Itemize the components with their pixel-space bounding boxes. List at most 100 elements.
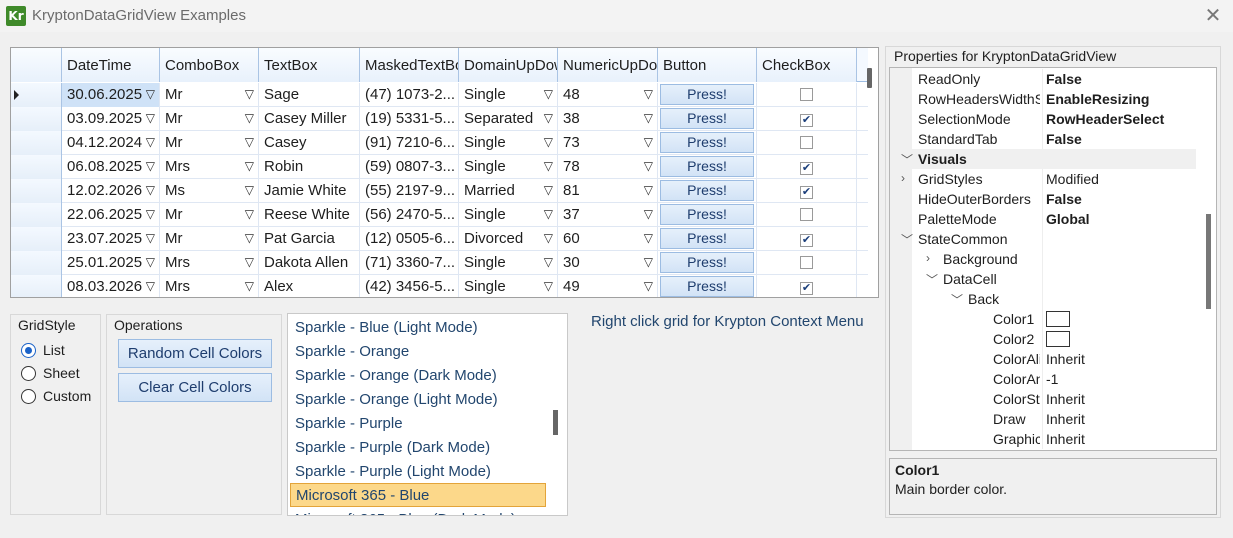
property-value[interactable]: Inherit xyxy=(1046,431,1196,447)
domainupdown-cell[interactable]: Single ▽ xyxy=(459,251,558,275)
column-header-button[interactable]: Button xyxy=(658,48,757,82)
property-row[interactable]: StandardTab False xyxy=(890,129,1196,149)
dropdown-triangle-icon[interactable]: ▽ xyxy=(245,255,254,269)
dropdown-triangle-icon[interactable]: ▽ xyxy=(644,207,653,221)
dropdown-triangle-icon[interactable]: ▽ xyxy=(146,135,155,149)
palette-list-item[interactable]: Sparkle - Orange (Dark Mode) xyxy=(290,363,546,387)
textbox-cell[interactable]: Jamie White xyxy=(259,179,360,203)
numericupdown-cell[interactable]: 60 ▽ xyxy=(558,227,658,251)
numericupdown-cell[interactable]: 30 ▽ xyxy=(558,251,658,275)
column-header-combobox[interactable]: ComboBox xyxy=(160,48,259,82)
textbox-cell[interactable]: Alex xyxy=(259,275,360,297)
dropdown-triangle-icon[interactable]: ▽ xyxy=(644,135,653,149)
combobox-cell[interactable]: Mrs ▽ xyxy=(160,155,259,179)
grid-vertical-scrollbar[interactable] xyxy=(867,68,872,88)
property-row[interactable]: ﹀ DataCell xyxy=(890,269,1196,289)
checkbox-checked[interactable]: ✔ xyxy=(800,234,813,247)
row-header[interactable] xyxy=(11,83,62,107)
textbox-cell[interactable]: Dakota Allen xyxy=(259,251,360,275)
color-swatch[interactable] xyxy=(1046,331,1196,347)
dropdown-triangle-icon[interactable]: ▽ xyxy=(644,231,653,245)
color-swatch[interactable] xyxy=(1046,311,1196,327)
clear-cell-colors-button[interactable]: Clear Cell Colors xyxy=(118,373,272,402)
combobox-cell[interactable]: Mr ▽ xyxy=(160,227,259,251)
property-grid[interactable]: ReadOnly False RowHeadersWidthSi EnableResi… xyxy=(889,67,1217,451)
combobox-cell[interactable]: Mrs ▽ xyxy=(160,251,259,275)
domainupdown-cell[interactable]: Single ▽ xyxy=(459,275,558,297)
expand-chevron-icon[interactable]: › xyxy=(901,171,905,185)
press-button[interactable]: Press! xyxy=(660,252,754,273)
press-button[interactable]: Press! xyxy=(660,180,754,201)
property-row[interactable]: ColorSty Inherit xyxy=(890,389,1196,409)
dropdown-triangle-icon[interactable]: ▽ xyxy=(245,183,254,197)
collapse-chevron-icon[interactable]: ﹀ xyxy=(926,271,938,288)
maskedtextbox-cell[interactable]: (91) 7210-6... xyxy=(360,131,459,155)
property-value[interactable]: Global xyxy=(1046,211,1196,227)
domainupdown-cell[interactable]: Single ▽ xyxy=(459,131,558,155)
textbox-cell[interactable]: Pat Garcia xyxy=(259,227,360,251)
maskedtextbox-cell[interactable]: (12) 0505-6... xyxy=(360,227,459,251)
domainupdown-cell[interactable]: Married ▽ xyxy=(459,179,558,203)
property-value[interactable]: Modified xyxy=(1046,171,1196,187)
dropdown-triangle-icon[interactable]: ▽ xyxy=(544,231,553,245)
palette-list-item[interactable]: Microsoft 365 - Blue xyxy=(290,483,546,507)
dropdown-triangle-icon[interactable]: ▽ xyxy=(644,255,653,269)
datetime-cell[interactable]: 06.08.2025 ▽ xyxy=(62,155,160,179)
dropdown-triangle-icon[interactable]: ▽ xyxy=(245,231,254,245)
textbox-cell[interactable]: Robin xyxy=(259,155,360,179)
dropdown-triangle-icon[interactable]: ▽ xyxy=(644,279,653,293)
domainupdown-cell[interactable]: Single ▽ xyxy=(459,155,558,179)
dropdown-triangle-icon[interactable]: ▽ xyxy=(146,159,155,173)
dropdown-triangle-icon[interactable]: ▽ xyxy=(245,279,254,293)
dropdown-triangle-icon[interactable]: ▽ xyxy=(146,183,155,197)
palette-list-item[interactable]: Sparkle - Purple (Light Mode) xyxy=(290,459,546,483)
textbox-cell[interactable]: Sage xyxy=(259,83,360,107)
column-header-maskedtextbox[interactable]: MaskedTextBox xyxy=(360,48,459,82)
row-header[interactable] xyxy=(11,131,62,155)
column-header-domainupdown[interactable]: DomainUpDown xyxy=(459,48,558,82)
dropdown-triangle-icon[interactable]: ▽ xyxy=(544,255,553,269)
dropdown-triangle-icon[interactable]: ▽ xyxy=(544,87,553,101)
maskedtextbox-cell[interactable]: (47) 1073-2... xyxy=(360,83,459,107)
property-category[interactable]: ﹀ Visuals xyxy=(890,149,1196,169)
maskedtextbox-cell[interactable]: (59) 0807-3... xyxy=(360,155,459,179)
property-value[interactable]: Inherit xyxy=(1046,411,1196,427)
combobox-cell[interactable]: Mr ▽ xyxy=(160,83,259,107)
numericupdown-cell[interactable]: 37 ▽ xyxy=(558,203,658,227)
dropdown-triangle-icon[interactable]: ▽ xyxy=(544,207,553,221)
numericupdown-cell[interactable]: 49 ▽ xyxy=(558,275,658,297)
maskedtextbox-cell[interactable]: (71) 3360-7... xyxy=(360,251,459,275)
press-button[interactable]: Press! xyxy=(660,228,754,249)
dropdown-triangle-icon[interactable]: ▽ xyxy=(544,159,553,173)
row-header-corner[interactable] xyxy=(11,48,62,82)
property-row[interactable]: Graphic Inherit xyxy=(890,429,1196,449)
property-row[interactable]: RowHeadersWidthSi EnableResizing xyxy=(890,89,1196,109)
maskedtextbox-cell[interactable]: (42) 3456-5... xyxy=(360,275,459,297)
row-header[interactable] xyxy=(11,107,62,131)
close-icon[interactable]: ✕ xyxy=(1199,2,1227,30)
random-cell-colors-button[interactable]: Random Cell Colors xyxy=(118,339,272,368)
property-value[interactable]: False xyxy=(1046,131,1196,147)
property-row[interactable]: ColorAlig Inherit xyxy=(890,349,1196,369)
property-row[interactable]: PaletteMode Global xyxy=(890,209,1196,229)
combobox-cell[interactable]: Mr ▽ xyxy=(160,131,259,155)
dropdown-triangle-icon[interactable]: ▽ xyxy=(146,111,155,125)
dropdown-triangle-icon[interactable]: ▽ xyxy=(146,87,155,101)
press-button[interactable]: Press! xyxy=(660,276,754,297)
checkbox-checked[interactable]: ✔ xyxy=(800,162,813,175)
dropdown-triangle-icon[interactable]: ▽ xyxy=(544,183,553,197)
property-row[interactable]: SelectionMode RowHeaderSelect xyxy=(890,109,1196,129)
column-header-textbox[interactable]: TextBox xyxy=(259,48,360,82)
property-value[interactable]: False xyxy=(1046,71,1196,87)
maskedtextbox-cell[interactable]: (56) 2470-5... xyxy=(360,203,459,227)
row-header[interactable] xyxy=(11,203,62,227)
numericupdown-cell[interactable]: 78 ▽ xyxy=(558,155,658,179)
property-row[interactable]: ReadOnly False xyxy=(890,69,1196,89)
row-header[interactable] xyxy=(11,179,62,203)
press-button[interactable]: Press! xyxy=(660,84,754,105)
property-row[interactable]: ﹀ StateCommon xyxy=(890,229,1196,249)
domainupdown-cell[interactable]: Separated ▽ xyxy=(459,107,558,131)
textbox-cell[interactable]: Reese White xyxy=(259,203,360,227)
dropdown-triangle-icon[interactable]: ▽ xyxy=(245,87,254,101)
textbox-cell[interactable]: Casey Miller xyxy=(259,107,360,131)
